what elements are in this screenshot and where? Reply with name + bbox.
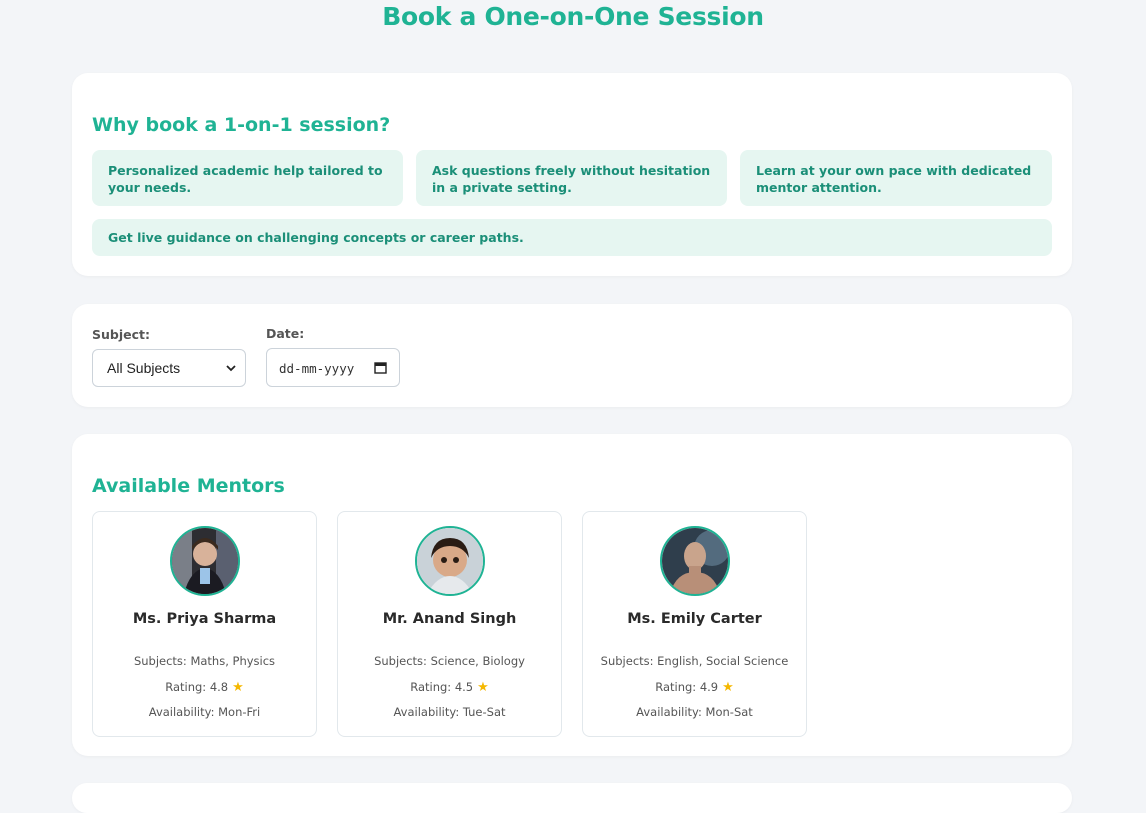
mentor-subjects: Subjects: Science, Biology bbox=[374, 654, 525, 668]
star-icon: ★ bbox=[232, 680, 244, 695]
date-placeholder: dd-mm-yyyy bbox=[279, 361, 355, 376]
mentor-rating-row: Rating: 4.9 ★ bbox=[583, 680, 806, 695]
mentors-card: Available Mentors Ms. Priya Sharma Subje… bbox=[72, 434, 1072, 756]
mentor-rating: Rating: 4.5 bbox=[410, 680, 474, 694]
subject-select-value: All Subjects bbox=[107, 360, 181, 376]
chevron-down-icon bbox=[225, 361, 237, 373]
mentor-card[interactable]: Mr. Anand Singh Subjects: Science, Biolo… bbox=[337, 511, 562, 737]
mentor-subjects: Subjects: English, Social Science bbox=[600, 654, 789, 668]
benefit-item: Get live guidance on challenging concept… bbox=[92, 219, 1052, 256]
why-book-title: Why book a 1-on-1 session? bbox=[92, 114, 391, 136]
mentor-name: Ms. Emily Carter bbox=[627, 611, 762, 627]
mentor-card[interactable]: Ms. Priya Sharma Subjects: Maths, Physic… bbox=[92, 511, 317, 737]
filters-card: Subject: All Subjects Date: dd-mm-yyyy bbox=[72, 304, 1072, 407]
benefit-item: Ask questions freely without hesitation … bbox=[416, 150, 727, 206]
subject-label: Subject: bbox=[92, 327, 150, 342]
avatar bbox=[415, 526, 485, 596]
page-title: Book a One-on-One Session bbox=[382, 2, 764, 31]
next-section-card bbox=[72, 783, 1072, 813]
mentor-name: Ms. Priya Sharma bbox=[132, 611, 277, 627]
date-label: Date: bbox=[266, 326, 305, 341]
why-book-card: Why book a 1-on-1 session? Personalized … bbox=[72, 73, 1072, 276]
date-input[interactable]: dd-mm-yyyy bbox=[266, 348, 400, 387]
avatar bbox=[170, 526, 240, 596]
star-icon: ★ bbox=[477, 680, 489, 695]
mentor-name: Mr. Anand Singh bbox=[382, 611, 517, 627]
mentor-subjects: Subjects: Maths, Physics bbox=[133, 654, 276, 668]
mentor-rating: Rating: 4.8 bbox=[165, 680, 229, 694]
mentor-rating: Rating: 4.9 bbox=[655, 680, 719, 694]
calendar-icon[interactable] bbox=[374, 361, 387, 374]
star-icon: ★ bbox=[722, 680, 734, 695]
benefit-item: Learn at your own pace with dedicated me… bbox=[740, 150, 1052, 206]
mentor-rating-row: Rating: 4.8 ★ bbox=[93, 680, 316, 695]
mentor-availability: Availability: Tue-Sat bbox=[393, 705, 506, 719]
mentors-title: Available Mentors bbox=[92, 475, 285, 497]
subject-select[interactable]: All Subjects bbox=[92, 349, 246, 387]
benefit-item: Personalized academic help tailored to y… bbox=[92, 150, 403, 206]
mentor-rating-row: Rating: 4.5 ★ bbox=[338, 680, 561, 695]
mentor-availability: Availability: Mon-Sat bbox=[636, 705, 753, 719]
mentor-card[interactable]: Ms. Emily Carter Subjects: English, Soci… bbox=[582, 511, 807, 737]
avatar bbox=[660, 526, 730, 596]
mentor-availability: Availability: Mon-Fri bbox=[148, 705, 261, 719]
